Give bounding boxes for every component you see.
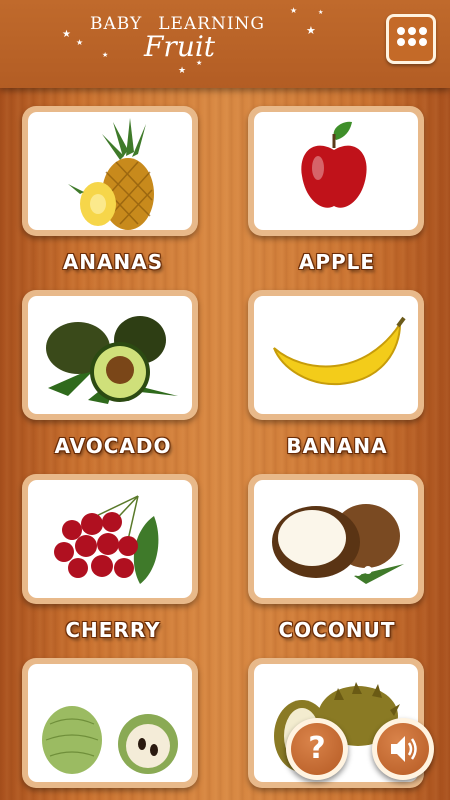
fruit-card-custard-apple[interactable] (22, 658, 198, 788)
grid-menu-icon (397, 27, 427, 53)
cherry-image (28, 480, 192, 598)
fruit-label: BANANA (286, 434, 388, 458)
help-button[interactable]: ? (286, 718, 348, 780)
star-icon: ★ (290, 6, 298, 15)
fruit-card-cherry[interactable] (22, 474, 198, 604)
fruit-card-ananas[interactable] (22, 106, 198, 236)
fruit-card-banana[interactable] (248, 290, 424, 420)
speaker-icon (377, 723, 429, 775)
coconut-image (254, 480, 418, 598)
avocado-image (28, 296, 192, 414)
app-title-script: Fruit (144, 30, 216, 63)
help-glyph: ? (308, 731, 326, 766)
star-icon: ★ (318, 9, 324, 16)
star-icon: ★ (178, 66, 187, 76)
star-icon: ★ (76, 38, 84, 47)
fruit-label: COCONUT (278, 618, 396, 642)
pineapple-image (28, 112, 192, 230)
question-icon: ? (291, 723, 343, 775)
fruit-card-apple[interactable] (248, 106, 424, 236)
fruit-label: APPLE (298, 250, 376, 274)
banana-image (254, 296, 418, 414)
fruit-label: CHERRY (65, 618, 161, 642)
star-icon: ★ (62, 29, 71, 40)
fruit-label: ANANAS (62, 250, 164, 274)
menu-button[interactable] (386, 14, 436, 64)
sound-button[interactable] (372, 718, 434, 780)
title-word-baby: BABY (90, 14, 143, 34)
custard-apple-image (28, 664, 192, 782)
apple-image (254, 112, 418, 230)
app-header: ★ ★ ★ ★ ★ ★ ★ ★ BABY LEARNING Fruit (0, 0, 450, 88)
fruit-card-avocado[interactable] (22, 290, 198, 420)
fruit-label: AVOCADO (54, 434, 172, 458)
fruit-card-coconut[interactable] (248, 474, 424, 604)
star-icon: ★ (102, 51, 109, 59)
star-icon: ★ (306, 24, 316, 37)
